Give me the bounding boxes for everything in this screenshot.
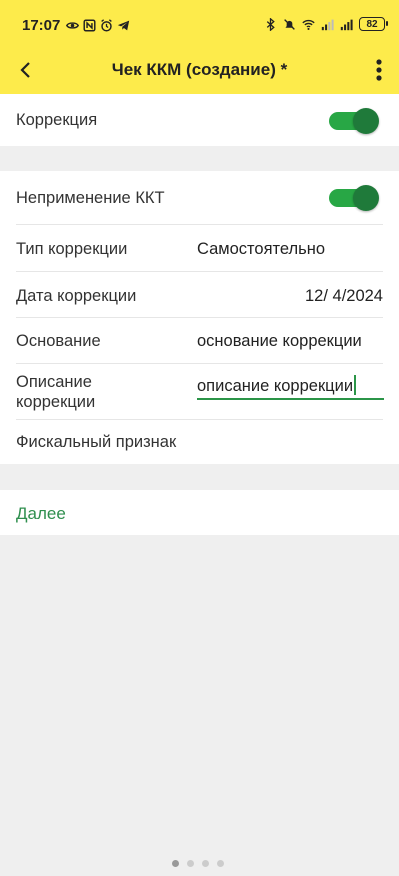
no-kkt-toggle[interactable]	[329, 185, 379, 211]
basis-row[interactable]: Основание основание коррекции	[0, 318, 399, 363]
bluetooth-icon	[266, 17, 275, 31]
description-label-line1: Описание	[16, 373, 92, 391]
basis-value[interactable]: основание коррекции	[197, 332, 362, 351]
correction-label: Коррекция	[16, 111, 98, 129]
status-left-icons	[66, 18, 130, 32]
wifi-icon	[302, 19, 315, 30]
fiscal-sign-label: Фискальный признак	[16, 433, 177, 451]
actions-section: Далее	[0, 490, 399, 535]
battery-indicator: 82	[359, 17, 388, 31]
correction-section: Коррекция	[0, 94, 399, 146]
more-vertical-icon[interactable]	[375, 58, 383, 82]
signal-icon	[340, 19, 353, 30]
description-label: Описание коррекции	[16, 372, 95, 412]
page-title: Чек ККМ (создание) *	[111, 60, 288, 79]
correction-toggle[interactable]	[329, 108, 379, 134]
correction-row[interactable]: Коррекция	[0, 94, 399, 146]
mute-icon	[284, 18, 295, 30]
description-value: описание коррекции	[197, 377, 354, 395]
signal-icon	[321, 19, 334, 30]
page-dot[interactable]	[217, 860, 224, 867]
nfc-icon	[83, 18, 96, 32]
fiscal-sign-row[interactable]: Фискальный признак	[0, 420, 399, 464]
chevron-left-icon[interactable]	[14, 58, 38, 82]
telegram-icon	[117, 20, 130, 30]
next-button[interactable]: Далее	[16, 504, 66, 524]
status-bar: 17:07 82	[0, 0, 399, 46]
toggle-thumb	[353, 108, 379, 134]
page-dot[interactable]	[172, 860, 179, 867]
description-input[interactable]: описание коррекции	[197, 375, 357, 396]
alarm-icon	[101, 18, 112, 32]
form-section: Неприменение ККТ Тип коррекции Самостоят…	[0, 171, 399, 464]
correction-type-value[interactable]: Самостоятельно	[197, 240, 325, 259]
page-dot[interactable]	[202, 860, 209, 867]
correction-date-row[interactable]: Дата коррекции 12/ 4/2024	[0, 272, 399, 318]
status-time: 17:07	[22, 17, 61, 34]
page-dot[interactable]	[187, 860, 194, 867]
correction-type-label: Тип коррекции	[16, 240, 128, 258]
basis-label: Основание	[16, 332, 101, 350]
toggle-thumb	[353, 185, 379, 211]
description-row[interactable]: Описание коррекции описание коррекции	[0, 364, 399, 419]
correction-type-row[interactable]: Тип коррекции Самостоятельно	[0, 225, 399, 271]
page-indicator	[172, 860, 224, 867]
correction-date-value[interactable]: 12/ 4/2024	[305, 287, 383, 306]
status-right-icons: 82	[264, 16, 388, 32]
description-label-line2: коррекции	[16, 393, 96, 411]
correction-date-label: Дата коррекции	[16, 287, 137, 305]
eye-icon	[66, 21, 79, 29]
input-underline	[197, 398, 384, 400]
no-kkt-label: Неприменение ККТ	[16, 189, 165, 207]
app-bar: Чек ККМ (создание) *	[0, 46, 399, 94]
text-cursor	[354, 375, 357, 395]
no-kkt-row[interactable]: Неприменение ККТ	[0, 171, 399, 225]
